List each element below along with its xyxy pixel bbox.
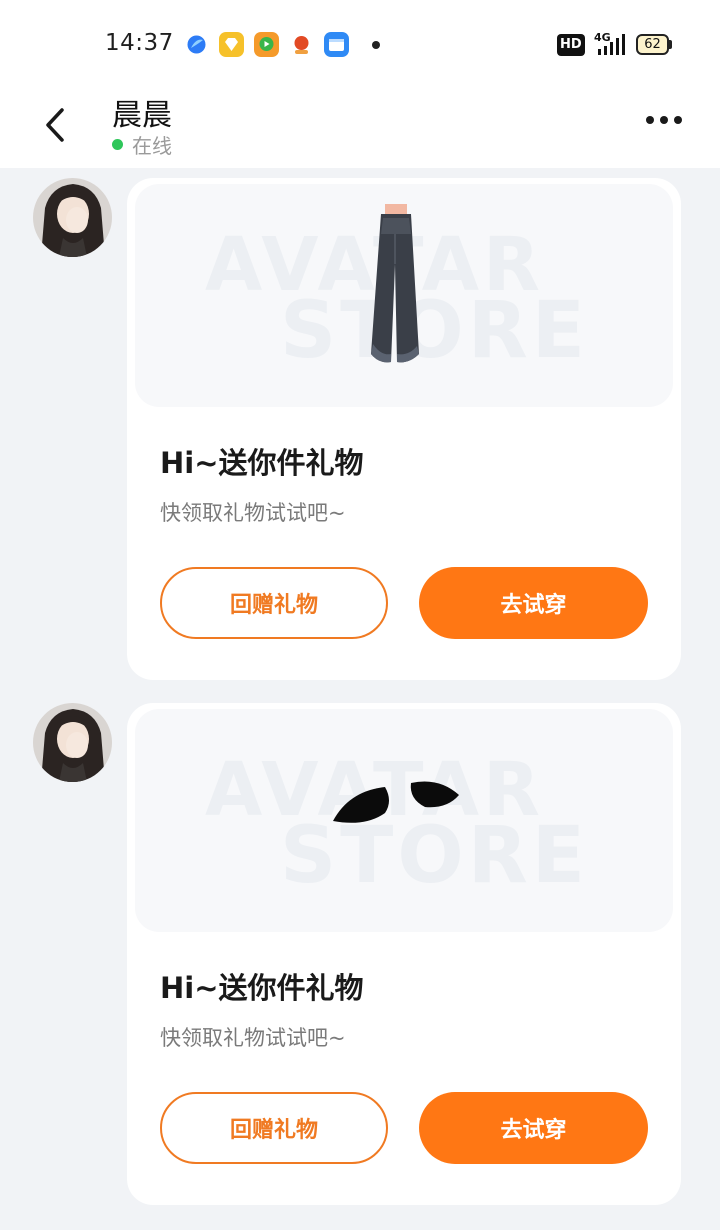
online-status-text: 在线 <box>132 134 172 158</box>
notification-dot <box>372 41 380 49</box>
back-button[interactable] <box>30 100 80 150</box>
more-dot-icon <box>674 116 682 124</box>
battery-icon: 62 <box>636 34 672 55</box>
try-on-button[interactable]: 去试穿 <box>419 567 648 639</box>
online-status: 在线 <box>112 130 172 159</box>
try-on-button[interactable]: 去试穿 <box>419 1092 648 1164</box>
red-app-icon <box>289 32 314 57</box>
gift-preview[interactable]: AVATAR STORE <box>135 709 673 932</box>
jeans-icon <box>371 204 419 363</box>
gift-preview[interactable]: AVATAR STORE <box>135 184 673 407</box>
files-app-icon <box>324 32 349 57</box>
back-arrow-icon <box>46 108 64 142</box>
avatar[interactable] <box>33 703 112 782</box>
contact-name: 晨晨 <box>112 98 172 133</box>
gift-card: AVATAR STORE Hi~送你件礼物 快领取礼物试试吧~ 回赠礼物 去试穿 <box>127 703 681 1205</box>
online-dot-icon <box>112 139 123 150</box>
status-bar: 14:37 HD 4G 62 <box>0 0 720 88</box>
return-gift-button[interactable]: 回赠礼物 <box>160 1092 388 1164</box>
video-app-icon <box>254 32 279 57</box>
avatar[interactable] <box>33 178 112 257</box>
battery-level: 62 <box>636 34 669 55</box>
gift-title: Hi~送你件礼物 <box>160 446 364 480</box>
hd-badge: HD <box>557 34 585 56</box>
status-time: 14:37 <box>105 30 174 56</box>
more-dot-icon <box>646 116 654 124</box>
battery-tip <box>669 40 672 49</box>
eyebrows-icon <box>333 781 459 823</box>
gift-subtitle: 快领取礼物试试吧~ <box>160 1026 346 1050</box>
more-dot-icon <box>660 116 668 124</box>
gift-title: Hi~送你件礼物 <box>160 971 364 1005</box>
return-gift-button[interactable]: 回赠礼物 <box>160 567 388 639</box>
gift-card: AVATAR STORE Hi~送你件礼物 快领取礼物试试吧~ 回赠礼物 去试穿 <box>127 178 681 680</box>
signal-icon <box>598 34 626 56</box>
more-options-button[interactable] <box>636 100 692 140</box>
gift-subtitle: 快领取礼物试试吧~ <box>160 501 346 525</box>
diamond-app-icon <box>219 32 244 57</box>
browser-app-icon <box>184 32 209 57</box>
chat-header: 晨晨 在线 <box>0 88 720 168</box>
